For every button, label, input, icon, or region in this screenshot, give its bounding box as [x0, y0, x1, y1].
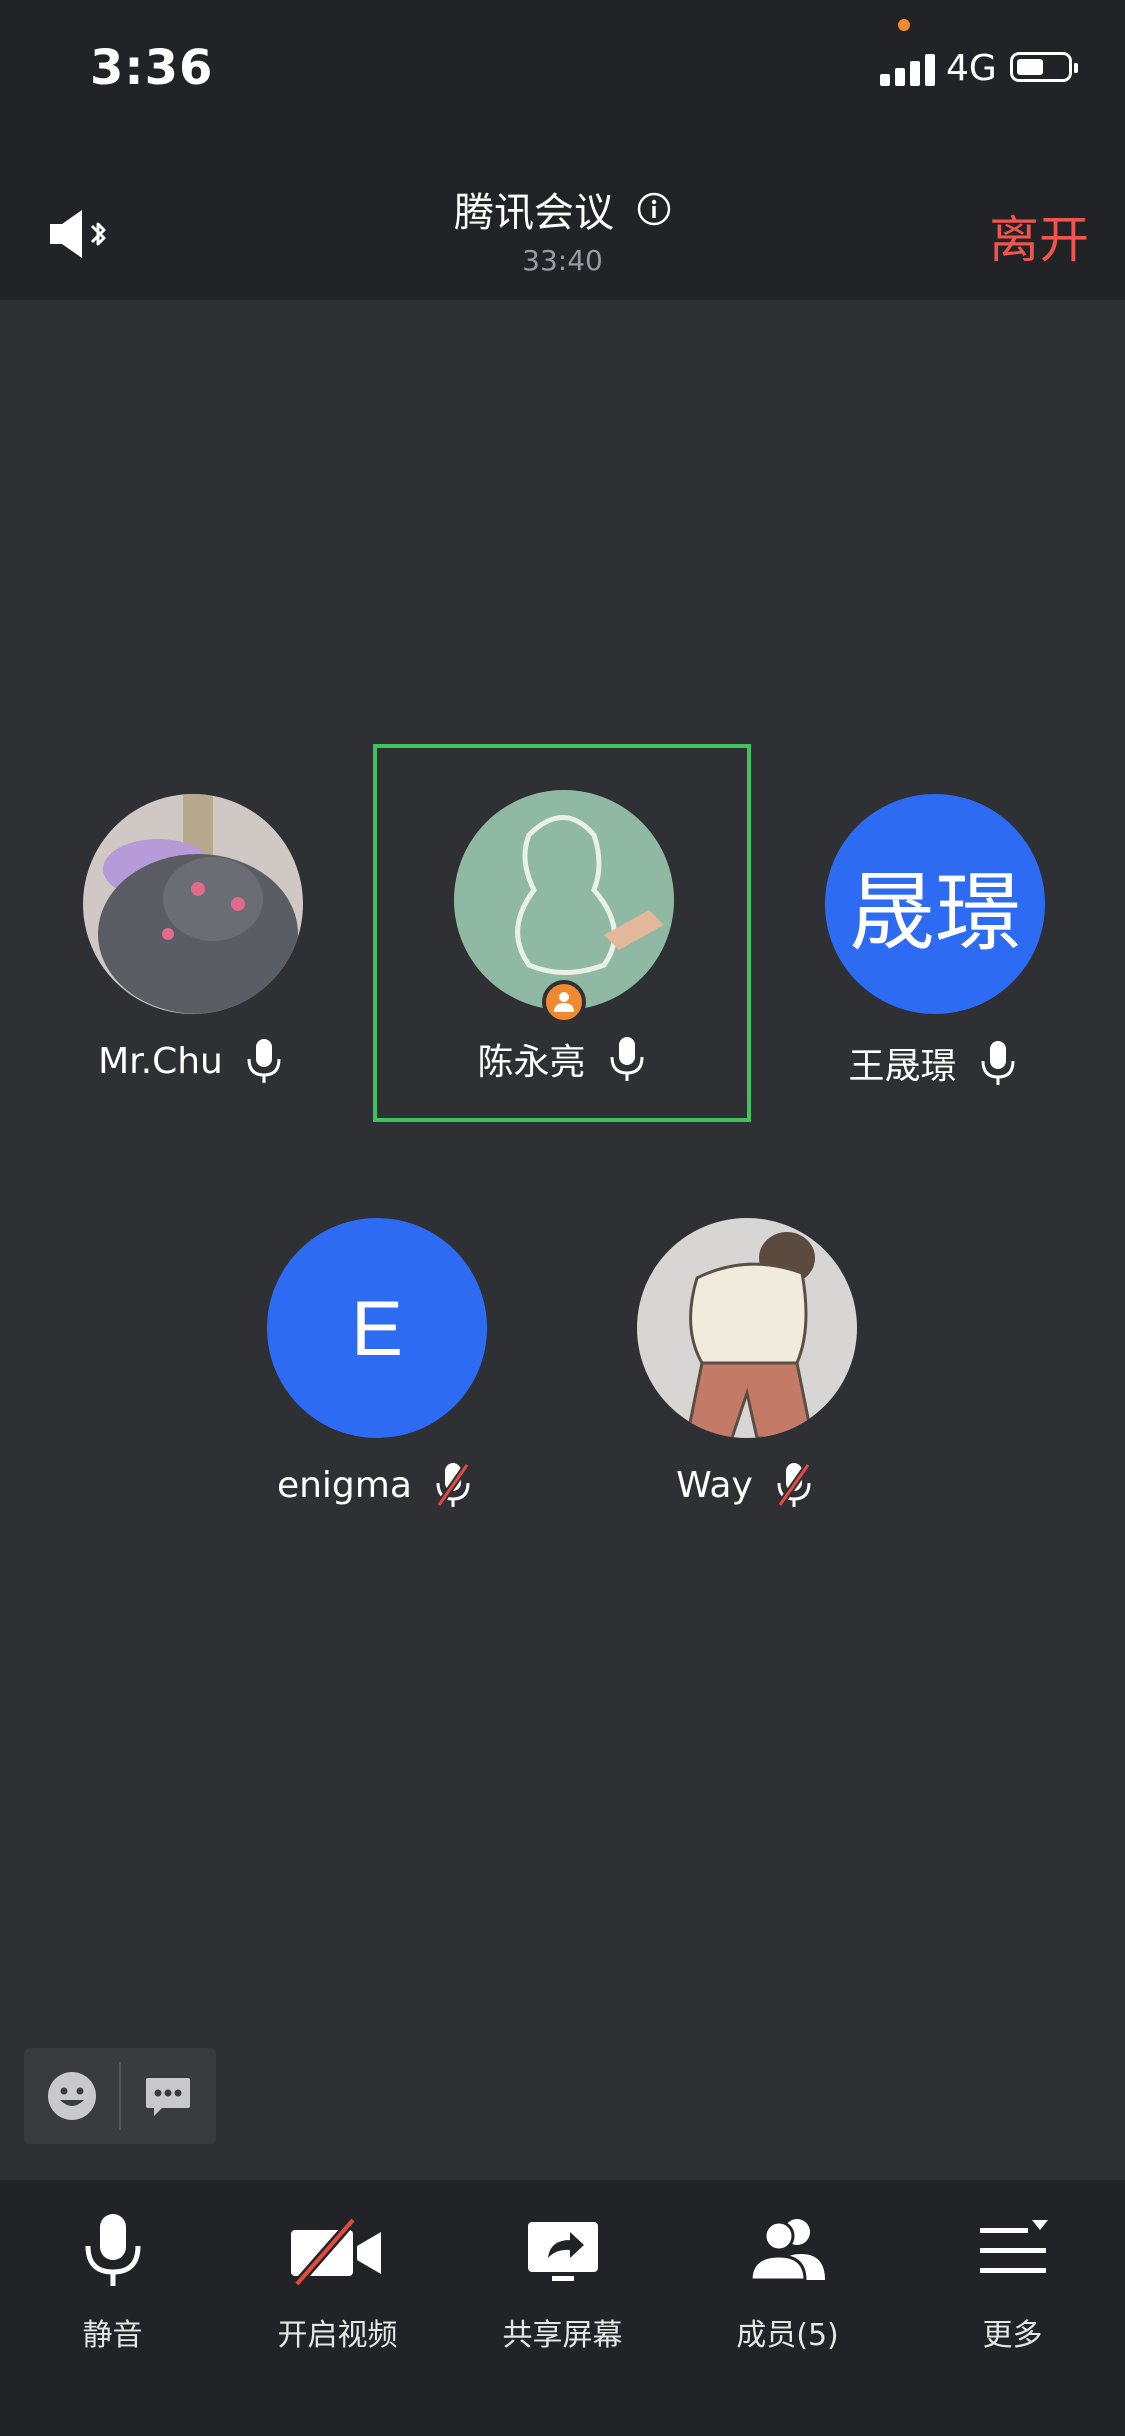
- avatar: [83, 794, 303, 1014]
- share-label: 共享屏幕: [502, 2318, 623, 2353]
- mic-muted-icon: [436, 1462, 470, 1508]
- avatar-initials: E: [350, 1283, 404, 1372]
- emoji-icon[interactable]: [46, 2070, 98, 2122]
- participant-tile[interactable]: Way: [560, 1176, 930, 1546]
- mic-icon: [247, 1039, 281, 1083]
- mute-label: 静音: [82, 2318, 143, 2353]
- mic-in-use-indicator: [898, 19, 910, 31]
- more-button[interactable]: 更多: [900, 2180, 1125, 2436]
- video-off-icon: [291, 2217, 381, 2287]
- avatar: 晟璟: [825, 794, 1045, 1014]
- network-type: 4G: [946, 48, 997, 89]
- video-label: 开启视频: [277, 2318, 398, 2353]
- participant-name: 王晟璟: [848, 1046, 957, 1087]
- participant-tile[interactable]: E enigma: [190, 1176, 560, 1546]
- meeting-duration: 33:40: [522, 244, 603, 277]
- leave-button[interactable]: 离开: [989, 200, 1089, 272]
- more-menu-icon: [980, 2220, 1048, 2273]
- participant-name: 陈永亮: [477, 1042, 586, 1083]
- share-screen-button[interactable]: 共享屏幕: [450, 2180, 675, 2436]
- participant-name: enigma: [276, 1464, 412, 1506]
- host-badge-icon: [542, 980, 586, 1024]
- battery-icon: [1010, 52, 1078, 82]
- status-time: 3:36: [90, 40, 214, 96]
- bottom-toolbar: 静音 开启视频 共享屏幕 成员(5) 更多: [0, 2180, 1125, 2436]
- mic-icon: [981, 1041, 1015, 1085]
- participant-tile-active[interactable]: 陈永亮: [373, 744, 751, 1122]
- info-icon[interactable]: [637, 192, 671, 226]
- microphone-icon: [85, 2214, 141, 2286]
- participant-name: Mr.Chu: [98, 1040, 223, 1082]
- divider: [119, 2062, 121, 2130]
- mic-muted-icon: [777, 1462, 811, 1508]
- participant-tile[interactable]: 晟璟 王晟璟: [748, 752, 1118, 1122]
- signal-icon: [880, 52, 936, 86]
- participant-tile[interactable]: Mr.Chu: [6, 752, 376, 1122]
- chat-icon[interactable]: [142, 2070, 194, 2122]
- share-screen-icon: [528, 2222, 598, 2281]
- mute-button[interactable]: 静音: [0, 2180, 225, 2436]
- avatar: [454, 790, 674, 1010]
- avatar: [637, 1218, 857, 1438]
- members-label: 成员(5): [736, 2318, 839, 2353]
- meeting-header: 腾讯会议 33:40 离开: [0, 140, 1125, 300]
- participant-name: Way: [676, 1464, 753, 1506]
- members-icon: [749, 2219, 825, 2282]
- more-label: 更多: [982, 2318, 1043, 2353]
- start-video-button[interactable]: 开启视频: [225, 2180, 450, 2436]
- status-bar: 3:36 4G: [0, 0, 1125, 140]
- members-button[interactable]: 成员(5): [675, 2180, 900, 2436]
- meeting-title[interactable]: 腾讯会议: [454, 180, 614, 238]
- avatar-initials: 晟璟: [849, 862, 1021, 963]
- reaction-bar: [24, 2048, 216, 2144]
- mic-icon: [610, 1037, 644, 1081]
- avatar: E: [267, 1218, 487, 1438]
